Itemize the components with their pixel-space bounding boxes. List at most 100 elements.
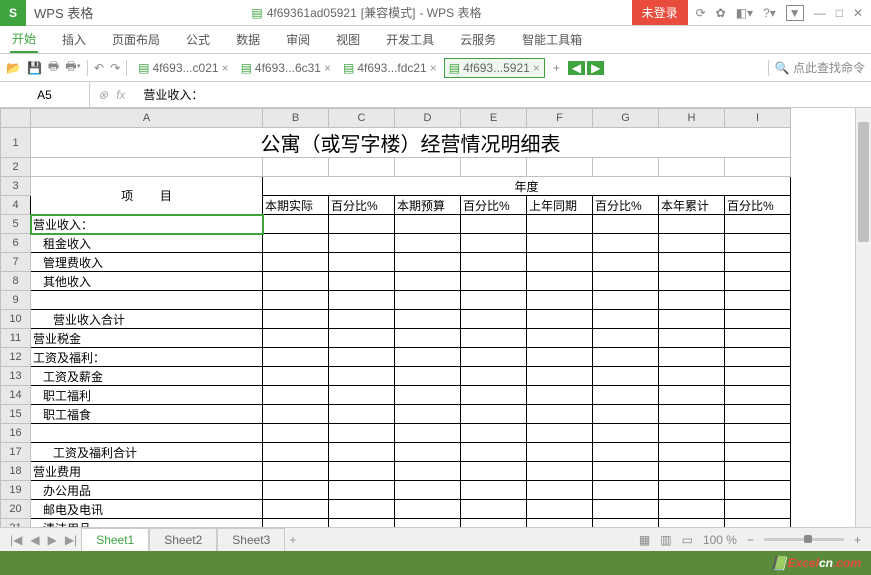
cell[interactable] — [593, 234, 659, 253]
zoom-value[interactable]: 100 % — [703, 533, 737, 547]
cancel-formula-icon[interactable]: ⊗ — [98, 88, 108, 102]
cell[interactable] — [593, 215, 659, 234]
cell[interactable] — [527, 329, 593, 348]
row-header[interactable]: 16 — [1, 424, 31, 443]
cell[interactable]: 营业收入合计 — [31, 310, 263, 329]
cell[interactable] — [725, 386, 791, 405]
cell[interactable] — [659, 234, 725, 253]
row-header[interactable]: 17 — [1, 443, 31, 462]
cell[interactable] — [527, 253, 593, 272]
select-all-corner[interactable] — [1, 109, 31, 128]
sheet-tab-3[interactable]: Sheet3 — [217, 528, 285, 552]
row-header[interactable]: 6 — [1, 234, 31, 253]
cell[interactable] — [329, 234, 395, 253]
cell[interactable] — [725, 367, 791, 386]
cell[interactable] — [461, 462, 527, 481]
cell[interactable] — [395, 481, 461, 500]
cell[interactable] — [395, 500, 461, 519]
cell[interactable] — [263, 367, 329, 386]
cell[interactable]: 百分比% — [329, 196, 395, 215]
cell[interactable] — [31, 424, 263, 443]
row-header[interactable]: 14 — [1, 386, 31, 405]
cell[interactable]: 本期实际 — [263, 196, 329, 215]
cell[interactable] — [593, 291, 659, 310]
cell[interactable] — [593, 405, 659, 424]
settings-icon[interactable]: ✿ — [716, 6, 726, 20]
cell[interactable] — [395, 405, 461, 424]
cell[interactable] — [593, 500, 659, 519]
sheet-tab-2[interactable]: Sheet2 — [149, 528, 217, 552]
cell[interactable] — [725, 481, 791, 500]
menu-review[interactable]: 审阅 — [284, 27, 312, 52]
cell[interactable] — [725, 405, 791, 424]
add-sheet-icon[interactable]: + — [285, 533, 300, 547]
cell[interactable] — [263, 329, 329, 348]
cell[interactable] — [461, 500, 527, 519]
cell-reference[interactable]: A5 — [0, 82, 90, 107]
skin-icon[interactable]: ◧▾ — [736, 6, 753, 20]
zoom-out-icon[interactable]: − — [747, 533, 754, 547]
row-header[interactable]: 15 — [1, 405, 31, 424]
cell[interactable]: 本期预算 — [395, 196, 461, 215]
print-icon[interactable]: 🖶 — [48, 57, 59, 78]
cell[interactable] — [329, 386, 395, 405]
cell[interactable] — [725, 291, 791, 310]
fx-icon[interactable]: fx — [116, 88, 125, 102]
row-header[interactable]: 19 — [1, 481, 31, 500]
cell[interactable] — [725, 424, 791, 443]
cell[interactable] — [659, 405, 725, 424]
cell[interactable] — [329, 329, 395, 348]
row-header[interactable]: 5 — [1, 215, 31, 234]
cell[interactable] — [593, 272, 659, 291]
view-normal-icon[interactable]: ▦ — [639, 533, 650, 547]
cell[interactable] — [329, 291, 395, 310]
cell[interactable]: 租金收入 — [31, 234, 263, 253]
cell[interactable] — [659, 386, 725, 405]
cell[interactable]: 上年同期 — [527, 196, 593, 215]
cell[interactable]: 管理费收入 — [31, 253, 263, 272]
cell[interactable] — [659, 291, 725, 310]
cell-year-header[interactable]: 年度 — [263, 177, 791, 196]
cell[interactable] — [263, 424, 329, 443]
col-header-A[interactable]: A — [31, 109, 263, 128]
cell[interactable] — [263, 443, 329, 462]
cell[interactable] — [263, 234, 329, 253]
cell[interactable] — [527, 158, 593, 177]
zoom-slider[interactable] — [764, 538, 844, 541]
cell[interactable] — [593, 158, 659, 177]
cell[interactable]: 营业费用 — [31, 462, 263, 481]
cell[interactable] — [31, 158, 263, 177]
cell[interactable] — [593, 310, 659, 329]
cell[interactable] — [395, 329, 461, 348]
col-header-H[interactable]: H — [659, 109, 725, 128]
cell[interactable] — [593, 386, 659, 405]
cell[interactable] — [395, 291, 461, 310]
cell[interactable] — [527, 310, 593, 329]
col-header-G[interactable]: G — [593, 109, 659, 128]
cell[interactable] — [395, 367, 461, 386]
col-header-F[interactable]: F — [527, 109, 593, 128]
cell[interactable] — [263, 462, 329, 481]
new-tab-icon[interactable]: + — [547, 61, 566, 75]
tab-close-icon[interactable]: × — [533, 61, 540, 75]
sheet-nav-last-icon[interactable]: ▶| — [61, 533, 81, 547]
cell[interactable] — [461, 158, 527, 177]
cell[interactable] — [395, 215, 461, 234]
close-icon[interactable]: ✕ — [853, 6, 863, 20]
cell[interactable] — [725, 158, 791, 177]
menu-view[interactable]: 视图 — [334, 27, 362, 52]
cell[interactable] — [593, 329, 659, 348]
menu-devtools[interactable]: 开发工具 — [384, 27, 436, 52]
cell[interactable] — [725, 443, 791, 462]
menu-insert[interactable]: 插入 — [60, 27, 88, 52]
sync-icon[interactable]: ⟳ — [696, 6, 706, 20]
cell[interactable]: 百分比% — [725, 196, 791, 215]
row-header[interactable]: 2 — [1, 158, 31, 177]
cell[interactable] — [659, 158, 725, 177]
row-header[interactable]: 8 — [1, 272, 31, 291]
cell[interactable]: 工资及薪金 — [31, 367, 263, 386]
cell[interactable] — [329, 367, 395, 386]
cell[interactable] — [263, 348, 329, 367]
cell[interactable] — [263, 500, 329, 519]
cell[interactable] — [461, 253, 527, 272]
